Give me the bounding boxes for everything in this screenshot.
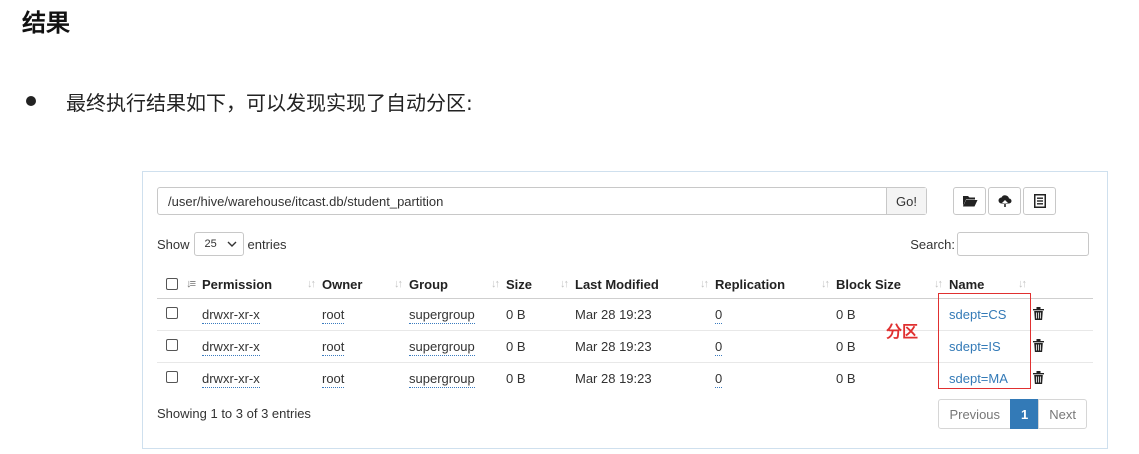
page-heading: 结果 (22, 9, 70, 37)
block-size-cell: 0 B (836, 362, 949, 394)
replication-cell[interactable]: 0 (715, 371, 723, 388)
show-label: Show (157, 236, 190, 252)
cut-paste-button[interactable] (1023, 187, 1056, 215)
page-size-control: Show 25 entries (157, 232, 287, 256)
search-label: Search: (910, 236, 955, 252)
sort-icon: ↓↑ (700, 278, 709, 290)
pagination: Previous 1 Next (938, 399, 1087, 429)
sort-icon: ↓↑ (934, 278, 943, 290)
annotation-box (938, 293, 1031, 389)
size-cell: 0 B (506, 362, 575, 394)
upload-button[interactable] (988, 187, 1021, 215)
owner-cell[interactable]: root (322, 307, 345, 324)
permission-cell[interactable]: drwxr-xr-x (202, 307, 260, 324)
group-cell[interactable]: supergroup (409, 307, 475, 324)
last-modified-cell: Mar 28 19:23 (575, 362, 715, 394)
search-input[interactable] (957, 232, 1089, 256)
owner-cell[interactable]: root (322, 339, 345, 356)
last-modified-cell: Mar 28 19:23 (575, 330, 715, 363)
page-size-value: 25 (204, 238, 217, 250)
search-control: Search: (910, 232, 1089, 256)
size-cell: 0 B (506, 298, 575, 331)
col-owner[interactable]: Owner ↓↑ (322, 270, 409, 299)
permission-cell[interactable]: drwxr-xr-x (202, 339, 260, 356)
entries-label: entries (247, 236, 287, 252)
last-modified-cell: Mar 28 19:23 (575, 298, 715, 331)
go-button[interactable]: Go! (886, 188, 926, 214)
list-icon (1033, 194, 1046, 208)
col-block-size[interactable]: Block Size ↓↑ (836, 270, 949, 299)
next-button[interactable]: Next (1038, 399, 1087, 429)
table-info: Showing 1 to 3 of 3 entries (157, 406, 311, 421)
col-group[interactable]: Group ↓↑ (409, 270, 506, 299)
group-cell[interactable]: supergroup (409, 339, 475, 356)
col-replication[interactable]: Replication ↓↑ (715, 270, 836, 299)
annotation-label: 分区 (886, 322, 919, 341)
replication-cell[interactable]: 0 (715, 307, 723, 324)
path-bar: Go! (157, 187, 927, 215)
select-all-checkbox[interactable] (166, 278, 178, 290)
page-1-button[interactable]: 1 (1010, 399, 1040, 429)
sort-icon: ↓↑ (1018, 278, 1027, 290)
path-input[interactable] (158, 188, 886, 214)
row-checkbox[interactable] (166, 339, 178, 351)
col-permission[interactable]: Permission ↓↑ (202, 270, 322, 299)
permission-cell[interactable]: drwxr-xr-x (202, 371, 260, 388)
owner-cell[interactable]: root (322, 371, 345, 388)
page-size-select[interactable]: 25 (193, 232, 244, 256)
previous-button[interactable]: Previous (938, 399, 1012, 429)
col-actions (1033, 270, 1093, 299)
sort-icon: ↓↑ (491, 278, 500, 290)
sort-icon: ↓↑ (307, 278, 316, 290)
sort-icon: ↓↑ (394, 278, 403, 290)
row-checkbox[interactable] (166, 307, 178, 319)
select-all-header: ↓≡ (157, 270, 202, 299)
sort-icon: ↓↑ (821, 278, 830, 290)
delete-icon[interactable] (1033, 370, 1044, 384)
delete-icon[interactable] (1033, 338, 1044, 352)
bullet-item: 最终执行结果如下，可以发现实现了自动分区: (26, 88, 473, 115)
folder-open-icon (962, 196, 977, 207)
row-checkbox[interactable] (166, 371, 178, 383)
upload-icon (998, 195, 1011, 207)
bullet-text: 最终执行结果如下，可以发现实现了自动分区: (66, 90, 473, 115)
sort-icon: ↓↑ (560, 278, 569, 290)
toolbar (953, 187, 1056, 215)
col-last-modified[interactable]: Last Modified ↓↑ (575, 270, 715, 299)
sort-icon[interactable]: ↓≡ (186, 278, 196, 290)
chevron-down-icon (227, 241, 237, 247)
group-cell[interactable]: supergroup (409, 371, 475, 388)
col-size[interactable]: Size ↓↑ (506, 270, 575, 299)
bullet-dot-icon (26, 96, 36, 106)
size-cell: 0 B (506, 330, 575, 363)
replication-cell[interactable]: 0 (715, 339, 723, 356)
delete-icon[interactable] (1033, 306, 1044, 320)
create-directory-button[interactable] (953, 187, 986, 215)
